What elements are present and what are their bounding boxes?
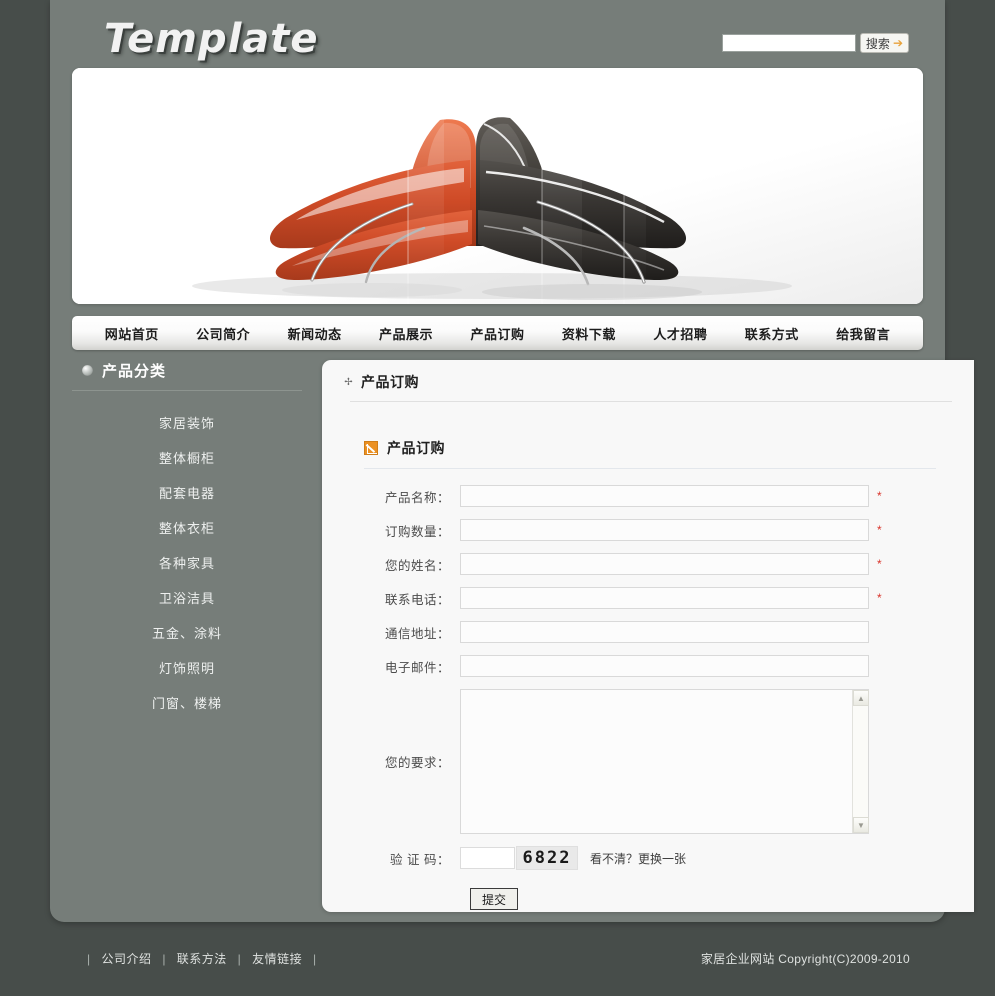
label-address: 通信地址： (384, 626, 450, 641)
nav-item-5[interactable]: 资料下载 (562, 324, 616, 343)
input-address[interactable] (460, 621, 869, 643)
captcha-image: 6822 (516, 846, 578, 870)
sidebar-title: 产品分类 (102, 363, 167, 380)
main-navigation: 网站首页 公司简介 新闻动态 产品展示 产品订购 资料下载 人才招聘 联系方式 … (72, 316, 923, 350)
scroll-up-icon[interactable]: ▲ (853, 690, 869, 706)
breadcrumb-title: 产品订购 (361, 374, 419, 390)
sidebar-item-1[interactable]: 整体橱柜 (72, 440, 302, 475)
input-requirements[interactable] (461, 690, 854, 833)
submit-button[interactable]: 提交 (470, 888, 518, 910)
label-name: 您的姓名： (384, 558, 450, 573)
nav-item-2[interactable]: 新闻动态 (288, 324, 342, 343)
search-area: 搜索 ➔ (721, 33, 909, 53)
label-captcha: 验 证 码： (390, 852, 450, 867)
footer-links: | 公司介绍 | 联系方法 | 友情链接 | (80, 950, 324, 967)
search-button[interactable]: 搜索 ➔ (859, 33, 909, 53)
input-email[interactable] (460, 655, 869, 677)
footer-copyright: 家居企业网站 Copyright(C)2009-2010 (700, 952, 910, 966)
content-panel: ✢ 产品订购 产品订购 产品名称： * 订购数量： * 您的姓名： * 联系电话… (322, 360, 974, 912)
section-header: 产品订购 (322, 402, 974, 458)
search-input[interactable] (721, 34, 856, 52)
input-phone[interactable] (460, 587, 869, 609)
footer-link-2[interactable]: 友情链接 (252, 952, 302, 966)
footer-link-0[interactable]: 公司介绍 (101, 952, 151, 966)
page-root: Template 搜索 ➔ 网站首页 公司简介 新闻动态 产品展示 产品订购 资… (0, 0, 995, 996)
form-row-name: 您的姓名： * (322, 553, 974, 575)
sidebar-item-0[interactable]: 家居装饰 (72, 405, 302, 440)
form-row-submit: 提交 (322, 888, 974, 910)
input-quantity[interactable] (460, 519, 869, 541)
nav-item-7[interactable]: 联系方式 (745, 324, 799, 343)
footer-sep-0: | (87, 952, 91, 966)
label-email: 电子邮件： (384, 660, 450, 675)
form-row-quantity: 订购数量： * (322, 519, 974, 541)
form-row-address: 通信地址： (322, 621, 974, 643)
orange-arrow-icon (364, 441, 378, 455)
form-row-product-name: 产品名称： * (322, 485, 974, 507)
sidebar-item-7[interactable]: 灯饰照明 (72, 650, 302, 685)
nav-item-8[interactable]: 给我留言 (836, 324, 890, 343)
label-quantity: 订购数量： (384, 524, 450, 539)
footer-link-1[interactable]: 联系方法 (177, 952, 227, 966)
required-mark-product-name: * (877, 489, 882, 503)
nav-item-0[interactable]: 网站首页 (105, 324, 159, 343)
textarea-scrollbar[interactable]: ▲ ▼ (852, 690, 869, 833)
form-row-captcha: 验 证 码： 6822 看不清？更换一张 (322, 846, 974, 870)
site-footer: | 公司介绍 | 联系方法 | 友情链接 | 家居企业网站 Copyright(… (0, 938, 995, 996)
sphere-bullet-icon (82, 365, 93, 376)
requirements-textarea-wrap: ▲ ▼ (460, 689, 869, 834)
footer-sep-2: | (237, 952, 242, 966)
banner-illustration (72, 68, 923, 304)
site-container: Template 搜索 ➔ 网站首页 公司简介 新闻动态 产品展示 产品订购 资… (50, 0, 974, 922)
form-row-email: 电子邮件： (322, 655, 974, 677)
label-product-name: 产品名称： (384, 490, 450, 505)
sidebar-item-6[interactable]: 五金、涂料 (72, 615, 302, 650)
label-phone: 联系电话： (384, 592, 450, 607)
arrow-right-icon: ➔ (892, 36, 903, 50)
nav-item-6[interactable]: 人才招聘 (653, 324, 707, 343)
order-form: 产品名称： * 订购数量： * 您的姓名： * 联系电话： * 通信地址： 电子… (322, 469, 974, 910)
form-row-requirements: 您的要求： ▲ ▼ (322, 689, 974, 834)
input-name[interactable] (460, 553, 869, 575)
required-mark-phone: * (877, 591, 882, 605)
breadcrumb: ✢ 产品订购 (322, 360, 974, 392)
hero-banner (72, 68, 923, 304)
form-row-phone: 联系电话： * (322, 587, 974, 609)
sidebar-item-3[interactable]: 整体衣柜 (72, 510, 302, 545)
nav-item-1[interactable]: 公司简介 (196, 324, 250, 343)
sidebar-header: 产品分类 (72, 360, 302, 391)
sidebar-item-2[interactable]: 配套电器 (72, 475, 302, 510)
required-mark-name: * (877, 557, 882, 571)
required-mark-quantity: * (877, 523, 882, 537)
input-product-name[interactable] (460, 485, 869, 507)
nav-item-3[interactable]: 产品展示 (379, 324, 433, 343)
footer-sep-3: | (312, 952, 317, 966)
sidebar-item-8[interactable]: 门窗、楼梯 (72, 685, 302, 720)
crosshair-icon: ✢ (344, 376, 353, 388)
nav-item-4[interactable]: 产品订购 (470, 324, 524, 343)
sidebar-item-5[interactable]: 卫浴洁具 (72, 580, 302, 615)
sidebar-item-4[interactable]: 各种家具 (72, 545, 302, 580)
captcha-refresh-link[interactable]: 看不清？更换一张 (590, 850, 686, 867)
scroll-down-icon[interactable]: ▼ (853, 817, 869, 833)
label-requirements: 您的要求： (384, 756, 450, 770)
sidebar-category-list: 家居装饰 整体橱柜 配套电器 整体衣柜 各种家具 卫浴洁具 五金、涂料 灯饰照明… (72, 405, 302, 720)
sidebar: 产品分类 家居装饰 整体橱柜 配套电器 整体衣柜 各种家具 卫浴洁具 五金、涂料… (72, 360, 302, 720)
section-title: 产品订购 (387, 440, 445, 456)
footer-sep-1: | (162, 952, 166, 966)
site-header: Template 搜索 ➔ (50, 0, 945, 68)
search-button-label: 搜索 (865, 36, 890, 51)
site-logo: Template (104, 16, 319, 62)
input-captcha[interactable] (460, 847, 515, 869)
